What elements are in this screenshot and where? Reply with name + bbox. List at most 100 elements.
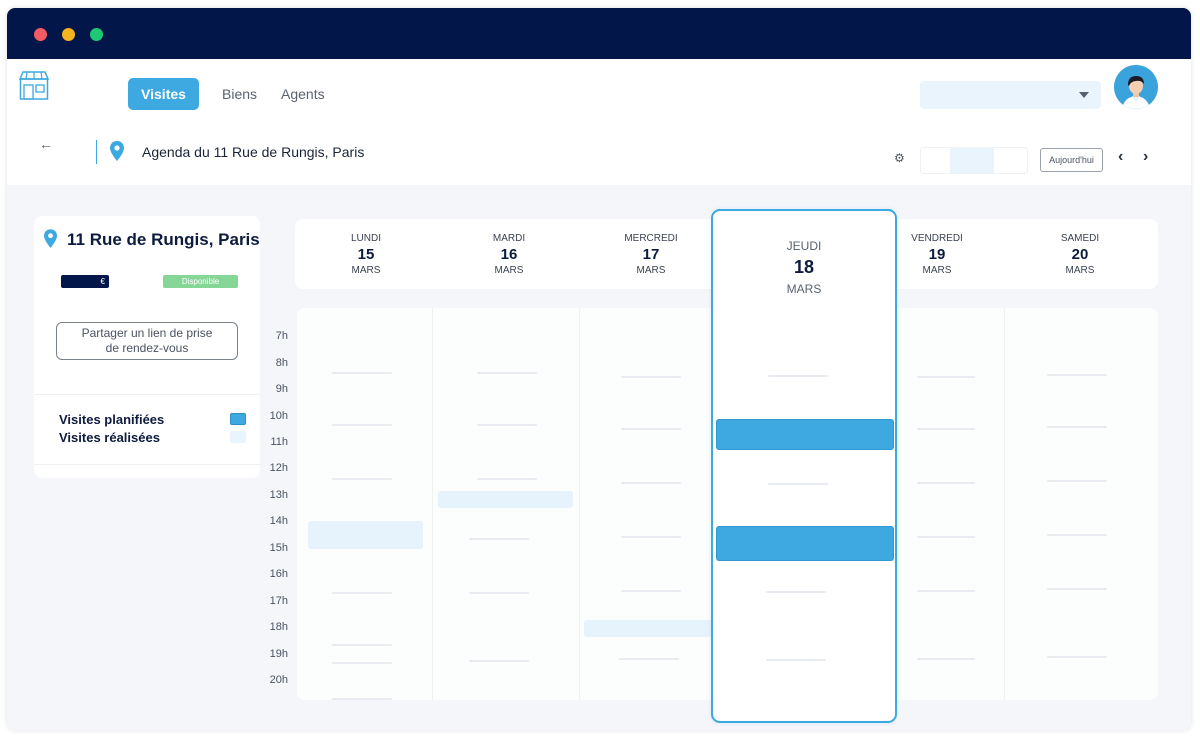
slot-placeholder bbox=[332, 662, 392, 664]
property-card: 11 Rue de Rungis, Paris € Disponible Par… bbox=[34, 216, 260, 478]
hour-label: 10h bbox=[269, 410, 288, 422]
day-number: 17 bbox=[642, 246, 660, 263]
divider bbox=[34, 464, 260, 465]
slot-placeholder bbox=[1047, 656, 1107, 658]
maximize-window-button[interactable] bbox=[90, 28, 103, 41]
day-month: MARS bbox=[1065, 265, 1095, 276]
view-option-1[interactable] bbox=[921, 148, 949, 173]
slot-placeholder bbox=[1047, 534, 1107, 536]
slot-placeholder bbox=[1047, 374, 1107, 376]
tab-visites[interactable]: Visites bbox=[128, 78, 199, 110]
slot-placeholder bbox=[917, 590, 975, 592]
day-number: 18 bbox=[793, 257, 815, 277]
slot-placeholder bbox=[469, 592, 529, 594]
day-number: 20 bbox=[1071, 246, 1089, 263]
view-switcher[interactable] bbox=[920, 147, 1028, 174]
slot-placeholder bbox=[917, 428, 975, 430]
calendar-event-planned[interactable] bbox=[716, 526, 894, 561]
slot-placeholder bbox=[621, 482, 681, 484]
slot-placeholder bbox=[917, 482, 975, 484]
window-titlebar bbox=[7, 8, 1191, 59]
status-badge: Disponible bbox=[163, 275, 238, 288]
legend-planned-swatch bbox=[230, 413, 246, 425]
calendar-event-completed[interactable] bbox=[584, 620, 714, 637]
day-header-wednesday[interactable]: MERCREDI 17 MARS bbox=[601, 233, 701, 276]
slot-placeholder bbox=[332, 372, 392, 374]
storefront-logo-icon[interactable] bbox=[19, 69, 49, 101]
slot-placeholder bbox=[469, 660, 529, 662]
slot-placeholder bbox=[332, 424, 392, 426]
view-option-2[interactable] bbox=[950, 148, 994, 173]
column-divider bbox=[1004, 308, 1005, 700]
day-name: VENDREDI bbox=[911, 233, 963, 244]
slot-placeholder bbox=[332, 478, 392, 480]
divider bbox=[34, 394, 260, 395]
selected-day-column[interactable]: JEUDI 18 MARS bbox=[711, 209, 897, 723]
close-window-button[interactable] bbox=[34, 28, 47, 41]
day-number: 19 bbox=[928, 246, 946, 263]
agency-select[interactable] bbox=[920, 81, 1101, 109]
hour-label: 14h bbox=[269, 515, 288, 527]
hour-label: 18h bbox=[269, 621, 288, 633]
hour-label: 19h bbox=[269, 648, 288, 660]
day-month: MARS bbox=[351, 265, 381, 276]
tab-agents[interactable]: Agents bbox=[281, 78, 325, 110]
title-divider bbox=[96, 140, 97, 164]
slot-placeholder bbox=[917, 376, 975, 378]
slot-placeholder bbox=[621, 590, 681, 592]
map-pin-icon bbox=[44, 229, 57, 248]
property-title: 11 Rue de Rungis, Paris bbox=[67, 230, 260, 249]
day-name: MARDI bbox=[492, 233, 526, 244]
share-button-line-2: de rendez-vous bbox=[105, 341, 189, 355]
day-header-monday[interactable]: LUNDI 15 MARS bbox=[316, 233, 416, 276]
calendar-event-completed[interactable] bbox=[438, 491, 573, 508]
hour-label: 11h bbox=[270, 436, 288, 448]
slot-placeholder bbox=[332, 698, 392, 700]
chevron-left-icon[interactable]: ‹ bbox=[1118, 148, 1123, 166]
day-number: 15 bbox=[357, 246, 375, 263]
day-header-friday[interactable]: VENDREDI 19 MARS bbox=[887, 233, 987, 276]
user-avatar[interactable] bbox=[1114, 65, 1158, 109]
hour-label: 13h bbox=[269, 489, 288, 501]
calendar-event-planned[interactable] bbox=[716, 419, 894, 450]
slot-placeholder bbox=[477, 478, 537, 480]
legend-completed-swatch bbox=[230, 431, 246, 443]
slot-placeholder bbox=[768, 375, 828, 377]
legend-completed-label: Visites réalisées bbox=[59, 430, 160, 445]
hour-label: 8h bbox=[275, 357, 288, 369]
gear-icon[interactable]: ⚙ bbox=[894, 151, 905, 165]
slot-placeholder bbox=[621, 376, 681, 378]
page-title: Agenda du 11 Rue de Rungis, Paris bbox=[142, 144, 365, 160]
slot-placeholder bbox=[1047, 588, 1107, 590]
day-header-saturday[interactable]: SAMEDI 20 MARS bbox=[1030, 233, 1130, 276]
day-name: MERCREDI bbox=[624, 233, 678, 244]
day-header-thursday[interactable]: JEUDI 18 MARS bbox=[713, 239, 895, 296]
slot-placeholder bbox=[1047, 480, 1107, 482]
hour-label: 12h bbox=[269, 462, 288, 474]
day-number: 16 bbox=[500, 246, 518, 263]
hour-label: 20h bbox=[269, 674, 288, 686]
arrow-left-icon[interactable]: ← bbox=[39, 136, 53, 152]
hour-label: 7h bbox=[275, 330, 288, 342]
map-pin-icon bbox=[110, 141, 124, 161]
slot-placeholder bbox=[621, 536, 681, 538]
tab-biens[interactable]: Biens bbox=[222, 78, 257, 110]
slot-placeholder bbox=[332, 592, 392, 594]
slot-placeholder bbox=[621, 428, 681, 430]
day-header-tuesday[interactable]: MARDI 16 MARS bbox=[459, 233, 559, 276]
column-divider bbox=[432, 308, 433, 700]
share-button-line-1: Partager un lien de prise bbox=[81, 326, 213, 340]
calendar-event-completed[interactable] bbox=[308, 521, 423, 549]
slot-placeholder bbox=[477, 424, 537, 426]
share-booking-link-button[interactable]: Partager un lien de prise de rendez-vous bbox=[56, 322, 238, 360]
legend-planned-label: Visites planifiées bbox=[59, 412, 165, 427]
today-button[interactable]: Aujourd'hui bbox=[1040, 148, 1103, 172]
minimize-window-button[interactable] bbox=[62, 28, 75, 41]
slot-placeholder bbox=[469, 538, 529, 540]
day-month: MARS bbox=[786, 282, 822, 296]
day-name: LUNDI bbox=[350, 233, 381, 244]
slot-placeholder bbox=[768, 483, 828, 485]
view-option-3[interactable] bbox=[995, 148, 1027, 173]
chevron-right-icon[interactable]: › bbox=[1143, 148, 1148, 166]
day-month: MARS bbox=[922, 265, 952, 276]
